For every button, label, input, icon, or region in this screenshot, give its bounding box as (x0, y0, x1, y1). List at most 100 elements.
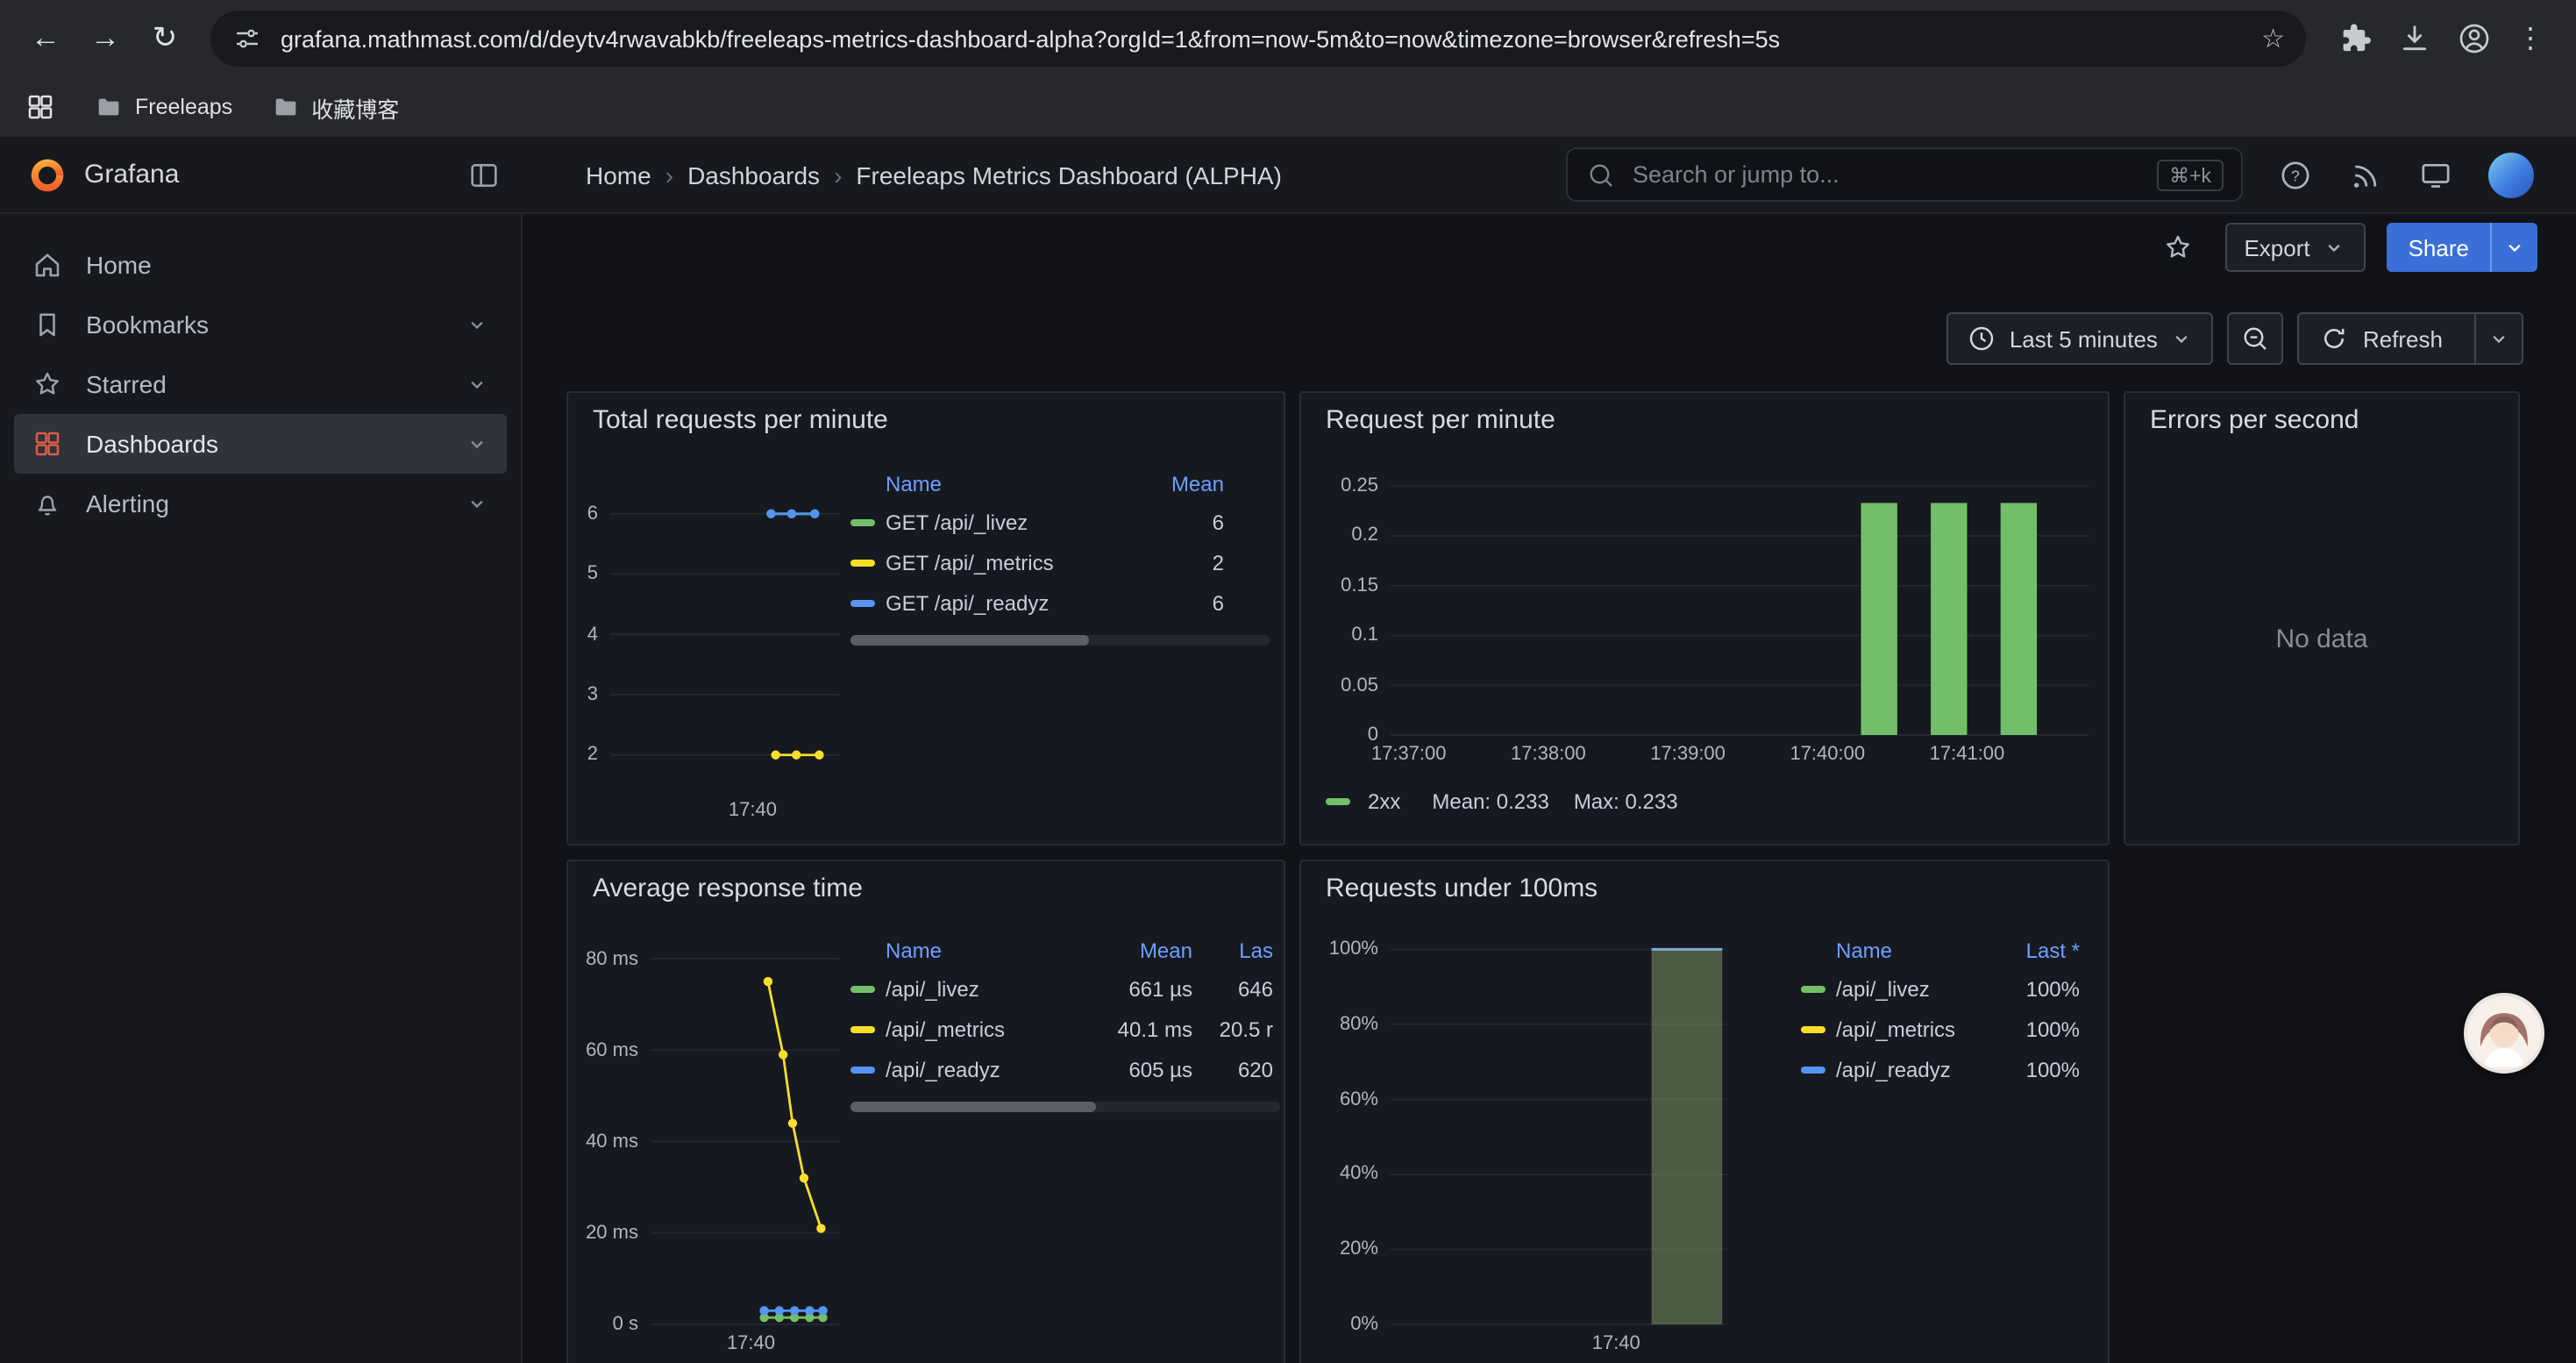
legend-row[interactable]: GET /api/_livez 6 (850, 502, 1270, 542)
sidebar-item-label: Starred (86, 370, 167, 398)
series-mean: 6 (1140, 590, 1224, 615)
y-axis-tick-label: 2 (587, 745, 598, 766)
breadcrumb-home[interactable]: Home (586, 161, 651, 189)
chevron-down-icon[interactable] (465, 432, 489, 456)
downloads-icon[interactable] (2397, 21, 2432, 56)
back-button[interactable]: ← (18, 11, 74, 67)
clock-icon (1966, 323, 1997, 354)
legend-row[interactable]: GET /api/_readyz 6 (850, 582, 1270, 623)
legend-header-name[interactable]: Name (886, 938, 1091, 963)
sidebar-item-bookmarks[interactable]: Bookmarks (14, 295, 507, 354)
legend-row[interactable]: /api/_livez 661 µs 646 (850, 968, 1280, 1009)
browser-window: ← → ↻ grafana.mathmast.com/d/deytv4rwava… (0, 0, 2576, 1363)
legend-row[interactable]: /api/_readyz 100% (1801, 1049, 2094, 1089)
legend-row[interactable]: /api/_livez 100% (1801, 968, 2094, 1009)
x-axis-tick-label: 17:40 (1592, 1333, 1640, 1354)
export-label: Export (2244, 234, 2309, 260)
floating-assistant-avatar[interactable] (2464, 993, 2544, 1074)
legend-header-mean[interactable]: Mean (1091, 938, 1192, 963)
series-name[interactable]: /api/_readyz (886, 1057, 1091, 1081)
sidebar-item-label: Alerting (86, 489, 169, 517)
chart-requests-under-100ms[interactable]: 100%80%60%40%20%0% 17:40 (1391, 944, 1727, 1324)
series-name[interactable]: GET /api/_readyz (886, 590, 1140, 615)
panel-title[interactable]: Requests under 100ms (1326, 874, 1598, 903)
extensions-icon[interactable] (2338, 21, 2373, 56)
y-axis-tick-label: 4 (587, 624, 598, 645)
legend-header-name[interactable]: Name (1836, 938, 1985, 963)
panel-title[interactable]: Request per minute (1326, 405, 1555, 435)
sidebar-item-home[interactable]: Home (14, 235, 507, 295)
legend-header-last[interactable]: Last * (1985, 938, 2080, 963)
refresh-interval-dropdown[interactable] (2474, 314, 2522, 363)
chevron-down-icon[interactable] (465, 372, 489, 396)
series-name[interactable]: GET /api/_metrics (886, 550, 1140, 574)
profile-avatar[interactable] (2457, 21, 2492, 56)
y-axis-tick-label: 0% (1350, 1314, 1378, 1335)
share-label[interactable]: Share (2387, 223, 2490, 272)
series-name[interactable]: /api/_livez (1836, 976, 1985, 1001)
series-name[interactable]: GET /api/_livez (886, 510, 1140, 534)
x-axis-tick-label: 17:40 (729, 800, 777, 821)
reload-button[interactable]: ↻ (137, 11, 193, 67)
news-rss-icon[interactable] (2348, 157, 2383, 192)
breadcrumb-dashboards[interactable]: Dashboards (687, 161, 820, 189)
chevron-down-icon[interactable] (465, 312, 489, 337)
menu-kebab-icon[interactable]: ⋮ (2516, 21, 2544, 56)
legend-header-last[interactable]: Las (1192, 938, 1273, 963)
address-bar[interactable]: grafana.mathmast.com/d/deytv4rwavabkb/fr… (210, 11, 2306, 67)
chart-total-requests[interactable]: 65432 17:40 (610, 481, 840, 791)
apps-grid-icon[interactable] (25, 91, 56, 123)
series-name[interactable]: 2xx (1368, 789, 1400, 814)
series-name[interactable]: /api/_livez (886, 976, 1091, 1001)
export-button[interactable]: Export (2224, 223, 2366, 272)
user-avatar[interactable] (2488, 152, 2534, 197)
legend-row[interactable]: /api/_metrics 100% (1801, 1009, 2094, 1049)
refresh-button[interactable]: Refresh (2298, 312, 2523, 365)
legend-table: Name Last * /api/_livez 100% /api/_metri… (1801, 933, 2094, 1089)
url-text[interactable]: grafana.mathmast.com/d/deytv4rwavabkb/fr… (281, 25, 2244, 52)
sidebar-item-dashboards[interactable]: Dashboards (14, 414, 507, 474)
y-axis-tick-label: 40% (1340, 1164, 1378, 1185)
favorite-star-icon[interactable] (2161, 232, 2193, 263)
bookmark-folder-blog[interactable]: 收藏博客 (271, 90, 399, 124)
refresh-action[interactable]: Refresh (2300, 314, 2462, 363)
legend-row[interactable]: GET /api/_metrics 2 (850, 542, 1270, 582)
search-shortcut: ⌘+k (2157, 159, 2224, 190)
panel-title[interactable]: Average response time (593, 874, 863, 903)
share-dropdown-chevron[interactable] (2490, 223, 2537, 272)
legend-scrollbar[interactable] (850, 635, 1270, 646)
series-last: 620 (1192, 1057, 1273, 1081)
bookmark-star-icon[interactable]: ☆ (2261, 23, 2285, 54)
time-range-picker[interactable]: Last 5 minutes (1946, 312, 2214, 365)
series-name[interactable]: /api/_metrics (886, 1017, 1091, 1041)
chart-average-response-time[interactable]: 80 ms60 ms40 ms20 ms0 s 17:40 (651, 947, 840, 1324)
site-info-icon[interactable] (231, 23, 263, 54)
legend-inline[interactable]: 2xx Mean: 0.233 Max: 0.233 (1326, 789, 1678, 814)
monitor-icon[interactable] (2418, 157, 2453, 192)
chart-request-per-minute[interactable]: 0.250.20.150.10.050 17:37:0017:38:0017:3… (1391, 470, 2089, 735)
search-input[interactable]: Search or jump to... ⌘+k (1566, 147, 2243, 202)
series-name[interactable]: /api/_readyz (1836, 1057, 1985, 1081)
x-axis-tick-label: 17:40:00 (1790, 744, 1865, 765)
dashboards-grid-icon (32, 428, 63, 460)
sidebar-item-alerting[interactable]: Alerting (14, 474, 507, 533)
legend-row[interactable]: /api/_readyz 605 µs 620 (850, 1049, 1280, 1089)
no-data-message: No data (2125, 393, 2518, 844)
series-name[interactable]: /api/_metrics (1836, 1017, 1985, 1041)
legend-row[interactable]: /api/_metrics 40.1 ms 20.5 r (850, 1009, 1280, 1049)
sidebar-item-starred[interactable]: Starred (14, 354, 507, 414)
forward-button[interactable]: → (77, 11, 133, 67)
legend-table: Name Mean GET /api/_livez 6 GET /api/_me… (850, 467, 1270, 623)
series-swatch (850, 599, 875, 606)
legend-header-mean[interactable]: Mean (1140, 472, 1224, 496)
help-icon[interactable]: ? (2278, 157, 2313, 192)
share-button[interactable]: Share (2387, 223, 2537, 272)
panel-title[interactable]: Total requests per minute (593, 405, 888, 435)
legend-scrollbar[interactable] (850, 1102, 1280, 1112)
bookmark-folder-freeleaps[interactable]: Freeleaps (95, 93, 232, 121)
legend-header-name[interactable]: Name (886, 472, 1140, 496)
dock-menu-icon[interactable] (466, 157, 502, 192)
chevron-down-icon[interactable] (465, 491, 489, 516)
zoom-out-button[interactable] (2228, 312, 2284, 365)
grafana-logo[interactable] (28, 155, 67, 194)
